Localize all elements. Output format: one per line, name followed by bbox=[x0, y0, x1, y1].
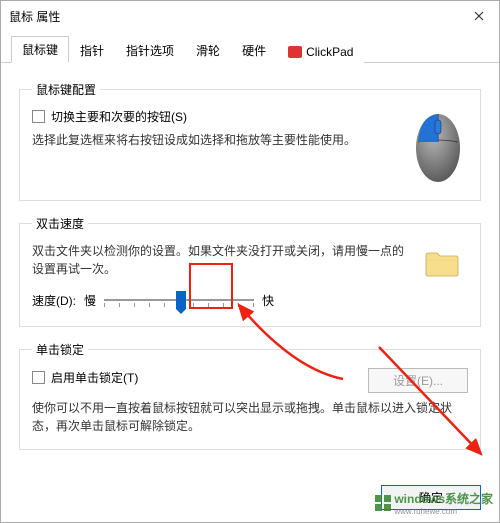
watermark-text: windows系统之家 bbox=[394, 490, 493, 507]
speed-fast-label: 快 bbox=[262, 292, 274, 309]
watermark: windows系统之家 www.ruhewe.com bbox=[374, 490, 493, 516]
click-lock-label: 启用单击锁定(T) bbox=[51, 369, 138, 386]
tab-wheel[interactable]: 滑轮 bbox=[185, 37, 231, 63]
speed-slow-label: 慢 bbox=[84, 292, 96, 309]
close-icon bbox=[474, 11, 484, 21]
swap-buttons-label: 切换主要和次要的按钮(S) bbox=[51, 108, 187, 125]
watermark-url: www.ruhewe.com bbox=[394, 507, 493, 516]
window-title: 鼠标 属性 bbox=[9, 8, 60, 25]
speed-desc: 双击文件夹以检测你的设置。如果文件夹没打开或关闭，请用慢一点的设置再试一次。 bbox=[32, 242, 410, 278]
checkbox-icon bbox=[32, 371, 45, 384]
swap-buttons-checkbox[interactable]: 切换主要和次要的按钮(S) bbox=[32, 108, 398, 125]
click-lock-checkbox[interactable]: 启用单击锁定(T) bbox=[32, 368, 368, 387]
group-button-config: 鼠标键配置 切换主要和次要的按钮(S) 选择此复选框来将右按钮设成如选择和拖放等… bbox=[19, 81, 481, 201]
checkbox-icon bbox=[32, 110, 45, 123]
tab-buttons[interactable]: 鼠标键 bbox=[11, 36, 69, 63]
clickpad-icon bbox=[288, 46, 302, 58]
tab-pointers[interactable]: 指针 bbox=[69, 37, 115, 63]
watermark-logo-icon bbox=[374, 494, 392, 512]
swap-buttons-desc: 选择此复选框来将右按钮设成如选择和拖放等主要性能使用。 bbox=[32, 131, 398, 149]
group-lock-legend: 单击锁定 bbox=[32, 341, 88, 358]
close-button[interactable] bbox=[459, 1, 499, 31]
click-lock-settings-button: 设置(E)... bbox=[368, 368, 468, 393]
slider-thumb-icon bbox=[176, 291, 186, 309]
tab-strip: 鼠标键 指针 指针选项 滑轮 硬件 ClickPad bbox=[1, 31, 499, 63]
tab-clickpad[interactable]: ClickPad bbox=[277, 40, 364, 63]
tab-pointer-options[interactable]: 指针选项 bbox=[115, 37, 185, 63]
group-speed-legend: 双击速度 bbox=[32, 215, 88, 232]
test-folder-icon[interactable] bbox=[424, 248, 460, 278]
tab-hardware[interactable]: 硬件 bbox=[231, 37, 277, 63]
tab-panel-buttons: 鼠标键配置 切换主要和次要的按钮(S) 选择此复选框来将右按钮设成如选择和拖放等… bbox=[1, 63, 499, 474]
double-click-speed-slider[interactable] bbox=[104, 288, 254, 312]
mouse-properties-dialog: 鼠标 属性 鼠标键 指针 指针选项 滑轮 硬件 ClickPad 鼠标键配置 切… bbox=[0, 0, 500, 523]
click-lock-desc: 使你可以不用一直按着鼠标按钮就可以突出显示或拖拽。单击鼠标以进入锁定状态，再次单… bbox=[32, 399, 468, 435]
group-click-lock: 单击锁定 启用单击锁定(T) 设置(E)... 使你可以不用一直按着鼠标按钮就可… bbox=[19, 341, 481, 450]
titlebar: 鼠标 属性 bbox=[1, 1, 499, 31]
group-button-config-legend: 鼠标键配置 bbox=[32, 81, 100, 98]
mouse-icon bbox=[412, 108, 464, 186]
speed-label: 速度(D): bbox=[32, 292, 76, 309]
group-double-click-speed: 双击速度 双击文件夹以检测你的设置。如果文件夹没打开或关闭，请用慢一点的设置再试… bbox=[19, 215, 481, 327]
